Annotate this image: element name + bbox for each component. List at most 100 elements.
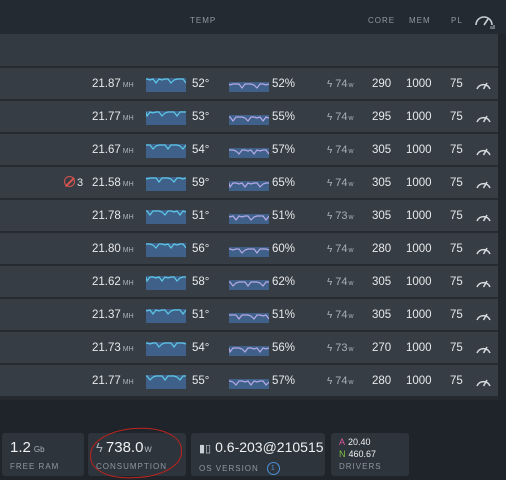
gpu-row[interactable]: 21.80 MH 56° 60% ϟ 74w 280 1000 75 bbox=[0, 232, 498, 264]
overclock-gauge-icon[interactable] bbox=[475, 308, 492, 322]
temperature-value: 53° bbox=[192, 111, 210, 123]
power-limit-value: 75 bbox=[450, 144, 463, 156]
gpu-row[interactable]: 3 21.58 MH 59° 65% ϟ 74w 305 1000 75 bbox=[0, 166, 498, 198]
hashrate-sparkline bbox=[146, 276, 186, 290]
gpu-row[interactable]: 21.62 MH 58° 62% ϟ 74w 305 1000 75 bbox=[0, 265, 498, 297]
overclock-gauge-icon[interactable] bbox=[475, 77, 492, 91]
power-value: ϟ 74w bbox=[327, 177, 354, 189]
memory-clock-value: 1000 bbox=[406, 111, 432, 123]
memory-clock-value: 1000 bbox=[406, 375, 432, 387]
free-ram-label: FREE RAM bbox=[10, 462, 60, 471]
hashrate-sparkline bbox=[146, 342, 186, 356]
bolt-icon: ϟ bbox=[327, 178, 333, 189]
temperature-value: 55° bbox=[192, 375, 210, 387]
amd-driver-key: A bbox=[339, 437, 346, 447]
core-clock-value: 295 bbox=[372, 111, 392, 123]
hashrate-value: 21.78 MH bbox=[92, 210, 134, 222]
hashrate-sparkline bbox=[146, 78, 186, 92]
hashrate-value: 21.37 MH bbox=[92, 309, 134, 321]
hashrate-value: 21.62 MH bbox=[92, 276, 134, 288]
fan-value: 51% bbox=[272, 309, 296, 321]
core-clock-value: 305 bbox=[372, 144, 392, 156]
temperature-value: 54° bbox=[192, 144, 210, 156]
temperature-value: 51° bbox=[192, 210, 210, 222]
gpu-row[interactable]: 21.73 MH 54° 56% ϟ 73w 270 1000 75 bbox=[0, 331, 498, 363]
gpu-row[interactable]: 21.67 MH 54° 57% ϟ 74w 305 1000 75 bbox=[0, 133, 498, 165]
overclock-gauge-icon[interactable] bbox=[475, 176, 492, 190]
hashrate-sparkline bbox=[146, 144, 186, 158]
hashrate-sparkline bbox=[146, 177, 186, 191]
temperature-value: 54° bbox=[192, 342, 210, 354]
fan-sparkline bbox=[229, 280, 269, 290]
overclock-gauge-icon[interactable] bbox=[475, 275, 492, 289]
hashrate-sparkline bbox=[146, 309, 186, 323]
memory-clock-value: 1000 bbox=[406, 144, 432, 156]
power-limit-value: 75 bbox=[450, 177, 463, 189]
overclock-gauge-icon[interactable] bbox=[475, 143, 492, 157]
gpu-row[interactable]: 21.77 MH 55° 57% ϟ 74w 280 1000 75 bbox=[0, 364, 498, 396]
hashrate-sparkline bbox=[146, 111, 186, 125]
bolt-icon: ϟ bbox=[327, 211, 333, 222]
bolt-icon: ϟ bbox=[327, 376, 333, 387]
power-value: ϟ 73w bbox=[327, 210, 354, 222]
overclock-gauge-icon[interactable] bbox=[475, 341, 492, 355]
gpu-row[interactable]: 21.87 MH 52° 52% ϟ 74w 290 1000 75 bbox=[0, 67, 498, 99]
bolt-icon: ϟ bbox=[327, 145, 333, 156]
power-limit-value: 75 bbox=[450, 111, 463, 123]
bolt-icon: ϟ bbox=[327, 310, 333, 321]
power-limit-value: 75 bbox=[450, 375, 463, 387]
core-clock-value: 305 bbox=[372, 309, 392, 321]
overclock-gauge-icon[interactable] bbox=[475, 374, 492, 388]
hashrate-sparkline bbox=[146, 375, 186, 389]
power-value: ϟ 74w bbox=[327, 309, 354, 321]
bolt-icon: ϟ bbox=[327, 112, 333, 123]
hashrate-value: 21.58 MH bbox=[92, 177, 134, 189]
memory-clock-value: 1000 bbox=[406, 276, 432, 288]
memory-clock-value: 1000 bbox=[406, 177, 432, 189]
core-clock-value: 270 bbox=[372, 342, 392, 354]
overclock-gauge-icon[interactable] bbox=[475, 209, 492, 223]
os-version-label: OS VERSION bbox=[199, 464, 259, 473]
fan-sparkline bbox=[229, 181, 269, 191]
fan-value: 62% bbox=[272, 276, 296, 288]
hashrate-value: 21.73 MH bbox=[92, 342, 134, 354]
hashrate-value: 21.87 MH bbox=[92, 78, 134, 90]
nvidia-driver-version: 460.67 bbox=[348, 449, 377, 459]
gpu-row[interactable]: 21.77 MH 53° 55% ϟ 74w 295 1000 75 bbox=[0, 100, 498, 132]
svg-text:all: all bbox=[490, 25, 495, 31]
error-indicator[interactable]: 3 bbox=[64, 167, 83, 199]
temperature-value: 52° bbox=[192, 78, 210, 90]
gpu-row[interactable]: 21.78 MH 51° 51% ϟ 73w 305 1000 75 bbox=[0, 199, 498, 231]
power-value: ϟ 74w bbox=[327, 144, 354, 156]
header-band bbox=[0, 34, 498, 66]
power-limit-value: 75 bbox=[450, 243, 463, 255]
power-value: ϟ 74w bbox=[327, 111, 354, 123]
fan-sparkline bbox=[229, 82, 269, 92]
hashrate-value: 21.80 MH bbox=[92, 243, 134, 255]
gpu-row[interactable]: 21.37 MH 51° 51% ϟ 74w 305 1000 75 bbox=[0, 298, 498, 330]
fan-value: 57% bbox=[272, 375, 296, 387]
power-limit-value: 75 bbox=[450, 309, 463, 321]
overclock-gauge-icon[interactable] bbox=[475, 242, 492, 256]
core-clock-value: 305 bbox=[372, 210, 392, 222]
memory-clock-value: 1000 bbox=[406, 210, 432, 222]
core-clock-value: 290 bbox=[372, 78, 392, 90]
table-header: TEMP CORE MEM PL all bbox=[0, 0, 506, 34]
bolt-icon: ϟ bbox=[327, 244, 333, 255]
free-ram-card: 1.2 Gb FREE RAM bbox=[2, 433, 84, 476]
update-badge[interactable]: 1 bbox=[266, 462, 280, 475]
fan-sparkline bbox=[229, 214, 269, 224]
mem-column-header: MEM bbox=[409, 16, 431, 25]
temperature-value: 56° bbox=[192, 243, 210, 255]
core-clock-value: 280 bbox=[372, 243, 392, 255]
bolt-icon: ϟ bbox=[327, 79, 333, 90]
fan-value: 52% bbox=[272, 78, 296, 90]
fan-sparkline bbox=[229, 379, 269, 389]
overclock-gauge-icon[interactable] bbox=[475, 110, 492, 124]
nvidia-driver-key: N bbox=[339, 449, 346, 459]
tune-all-icon[interactable]: all bbox=[474, 11, 498, 31]
fan-sparkline bbox=[229, 115, 269, 125]
fan-sparkline bbox=[229, 313, 269, 323]
power-limit-value: 75 bbox=[450, 210, 463, 222]
os-logo-icon: ▮▯ bbox=[199, 443, 212, 455]
